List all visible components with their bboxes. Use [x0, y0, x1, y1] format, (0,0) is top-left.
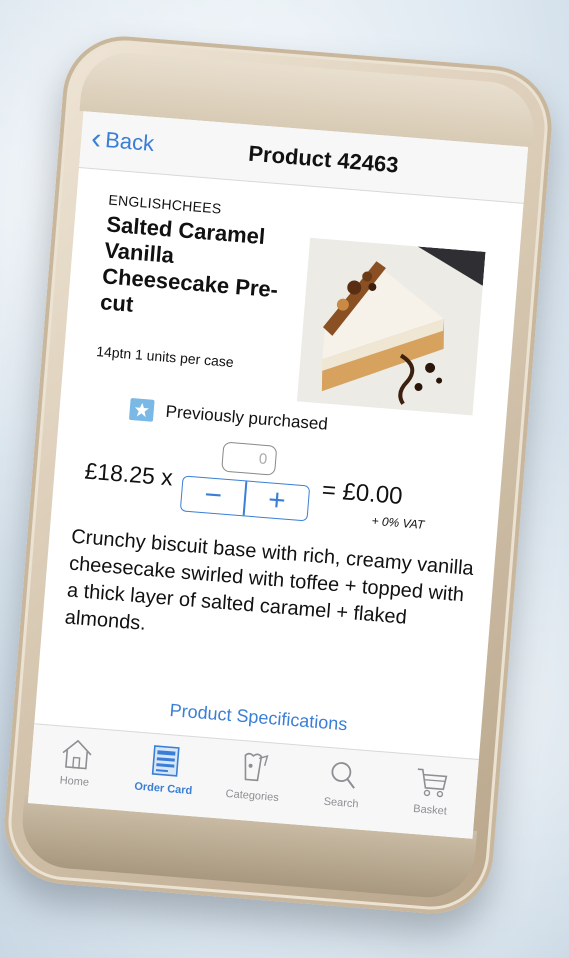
total-price: = £0.00: [320, 476, 404, 511]
tab-label: Order Card: [133, 780, 193, 798]
increment-button[interactable]: +: [244, 482, 309, 521]
order-card-icon: [151, 745, 180, 777]
tab-categories[interactable]: Categories: [206, 739, 301, 826]
product-name: Salted Caramel Vanilla Cheesecake Pre-cu…: [99, 211, 279, 317]
previously-purchased-row: Previously purchased: [128, 397, 329, 436]
pack-size: 14ptn 1 units per case: [95, 343, 235, 371]
phone-screen: ‹ Back Product 42463 ENGLISHCHEES Salted…: [27, 111, 529, 839]
tab-label: Search: [323, 795, 359, 811]
product-image: [296, 237, 486, 416]
categories-icon: [244, 752, 269, 782]
tab-label: Categories: [225, 787, 280, 805]
tab-home[interactable]: Home: [28, 724, 123, 811]
basket-icon: [418, 768, 448, 798]
decrement-button[interactable]: −: [181, 476, 246, 515]
tab-basket[interactable]: Basket: [383, 753, 478, 839]
previously-purchased-label: Previously purchased: [164, 401, 329, 434]
unit-price: £18.25 x: [83, 457, 174, 491]
home-icon: [62, 739, 92, 770]
tab-search[interactable]: Search: [295, 746, 390, 833]
tab-label: Home: [59, 774, 90, 789]
search-icon: [331, 762, 356, 789]
quantity-field[interactable]: 0: [221, 441, 278, 476]
phone-frame: ‹ Back Product 42463 ENGLISHCHEES Salted…: [0, 31, 557, 919]
star-icon: [128, 397, 155, 422]
tab-label: Basket: [412, 802, 448, 818]
tab-order-card[interactable]: Order Card: [117, 731, 212, 818]
quantity-stepper: − +: [179, 475, 311, 522]
vat-note: + 0% VAT: [371, 513, 425, 532]
product-description: Crunchy biscuit base with rich, creamy v…: [64, 525, 475, 635]
